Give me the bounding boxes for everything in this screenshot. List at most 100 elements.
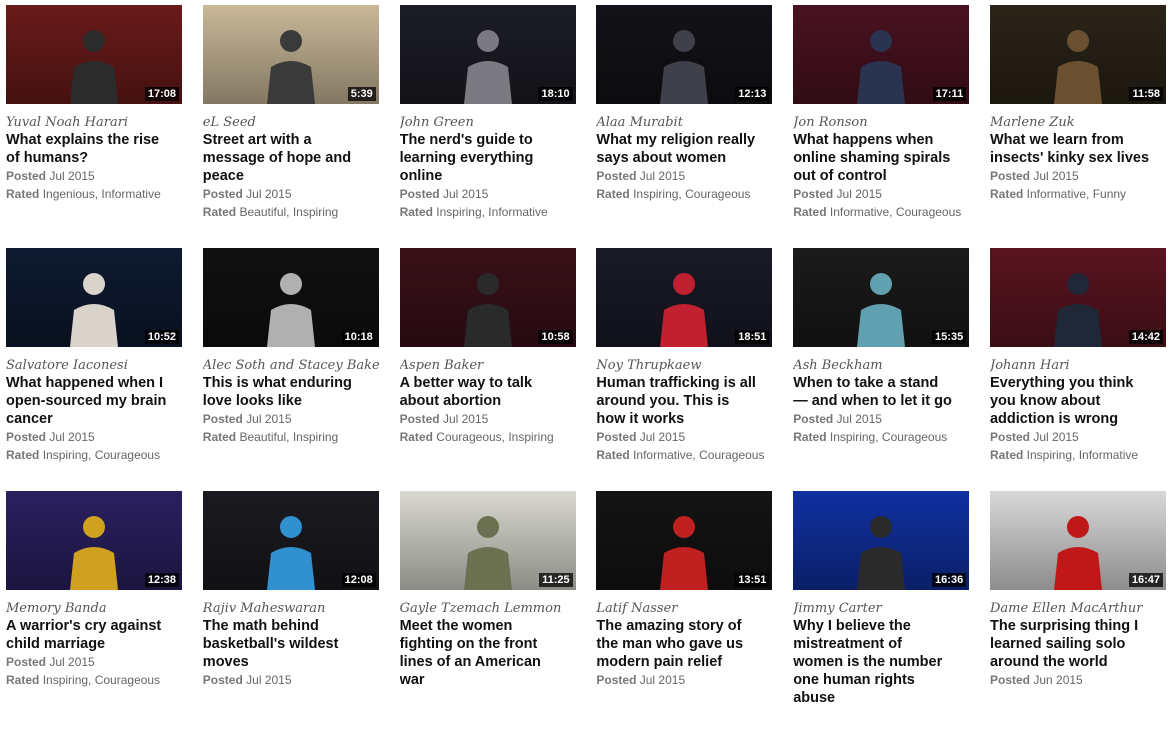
- talk-title-line: you know about: [989, 393, 1101, 409]
- talk-thumbnail[interactable]: 10:52: [6, 248, 182, 347]
- speaker-name[interactable]: Gayle Tzemach Lemmon: [400, 600, 576, 617]
- talk-title-line: child marriage: [6, 636, 106, 652]
- talk-title-line: insects' kinky sex lives: [989, 150, 1150, 166]
- posted-info: Posted Jul 2015: [6, 428, 182, 446]
- rated-label: Rated: [596, 448, 630, 462]
- talk-card[interactable]: 18:10 John Green The nerd's guide to learni…: [399, 5, 576, 248]
- talk-thumbnail[interactable]: 17:08: [6, 5, 182, 104]
- speaker-name[interactable]: Alaa Murabit: [596, 114, 772, 131]
- duration-badge: 18:51: [735, 330, 770, 344]
- rated-label: Rated: [399, 430, 433, 444]
- talk-thumbnail[interactable]: 12:38: [6, 491, 182, 590]
- posted-info: Posted Jul 2015: [203, 671, 379, 689]
- talk-title-link[interactable]: Human trafficking is all around you. This…: [596, 374, 772, 428]
- speaker-name[interactable]: Memory Banda: [6, 600, 182, 617]
- speaker-name[interactable]: Ash Beckham: [793, 357, 969, 374]
- rating-values: Ingenious, Informative: [42, 187, 161, 201]
- speaker-name[interactable]: Dame Ellen MacArthur: [990, 600, 1166, 617]
- posted-label: Posted: [202, 187, 243, 201]
- talk-title-link[interactable]: A warrior's cry against child marriage: [6, 617, 182, 653]
- talk-thumbnail[interactable]: 12:08: [202, 491, 379, 590]
- talk-title-link[interactable]: The amazing story of the man who gave us m…: [596, 617, 772, 671]
- talk-title-link[interactable]: Why I believe the mistreatment of women is…: [793, 617, 969, 707]
- talk-title-line: Everything you think: [989, 375, 1134, 391]
- talk-title-link[interactable]: This is what enduring love looks like: [203, 374, 379, 410]
- talk-card[interactable]: 15:35 Ash Beckham When to take a stand — an…: [793, 248, 970, 491]
- talk-card[interactable]: 11:58 Marlene Zuk What we learn from insect…: [989, 5, 1166, 248]
- talk-title-line: lines of an American: [399, 654, 541, 670]
- talk-title-link[interactable]: Meet the women fighting on the front lines…: [400, 617, 576, 689]
- talk-thumbnail[interactable]: 10:58: [399, 248, 576, 347]
- talk-thumbnail[interactable]: 13:51: [596, 491, 773, 590]
- talk-card[interactable]: 18:51 Noy Thrupkaew Human trafficking is a…: [596, 248, 773, 491]
- rated-label: Rated: [989, 187, 1024, 201]
- talk-title-link[interactable]: The nerd's guide to learning everything on…: [400, 131, 576, 185]
- speaker-name[interactable]: Salvatore Iaconesi: [6, 357, 182, 374]
- talk-card[interactable]: 10:52 Salvatore Iaconesi What happened whe…: [6, 248, 182, 491]
- speaker-name[interactable]: Alec Soth and Stacey Baker: [203, 357, 379, 374]
- posted-date: Jul 2015: [49, 169, 95, 183]
- talk-title-link[interactable]: What my religion really says about women: [596, 131, 772, 167]
- speaker-name[interactable]: Yuval Noah Harari: [6, 114, 182, 131]
- speaker-name[interactable]: Marlene Zuk: [990, 114, 1166, 131]
- talk-card[interactable]: 5:39 eL Seed Street art with a message of h…: [202, 5, 379, 248]
- talk-thumbnail[interactable]: 5:39: [202, 5, 379, 104]
- talk-title-line: online shaming spirals: [793, 150, 951, 166]
- speaker-name[interactable]: Jon Ronson: [793, 114, 969, 131]
- talk-thumbnail[interactable]: 16:47: [989, 491, 1166, 590]
- talk-title-line: fighting on the front: [399, 636, 538, 652]
- rating-values: Inspiring, Courageous: [829, 430, 948, 444]
- posted-date: Jul 2015: [639, 430, 686, 444]
- talk-thumbnail[interactable]: 18:51: [596, 248, 773, 347]
- talk-card[interactable]: 17:08 Yuval Noah Harari What explains the …: [6, 5, 182, 248]
- talk-card[interactable]: 10:58 Aspen Baker A better way to talk abou…: [399, 248, 576, 491]
- speaker-name[interactable]: Noy Thrupkaew: [596, 357, 772, 374]
- talk-title-link[interactable]: What explains the rise of humans?: [6, 131, 182, 167]
- talk-card[interactable]: 12:13 Alaa Murabit What my religion really…: [596, 5, 773, 248]
- posted-label: Posted: [6, 655, 47, 669]
- posted-date: Jul 2015: [836, 412, 882, 426]
- talk-thumbnail[interactable]: 16:36: [793, 491, 970, 590]
- speaker-name[interactable]: Latif Nasser: [596, 600, 772, 617]
- rated-info: Rated Informative, Courageous: [596, 446, 772, 464]
- posted-label: Posted: [793, 187, 834, 201]
- talk-thumbnail[interactable]: 10:18: [202, 248, 379, 347]
- talk-title-link[interactable]: Street art with a message of hope and peac…: [203, 131, 379, 185]
- rated-label: Rated: [6, 187, 40, 201]
- speaker-name[interactable]: Rajiv Maheswaran: [203, 600, 379, 617]
- talk-thumbnail[interactable]: 18:10: [399, 5, 576, 104]
- talk-title-line: basketball's wildest: [202, 636, 339, 652]
- rated-label: Rated: [793, 205, 827, 219]
- rating-values: Inspiring, Informative: [436, 205, 548, 219]
- duration-badge: 11:25: [539, 573, 573, 587]
- duration-badge: 5:39: [347, 87, 376, 101]
- posted-label: Posted: [989, 430, 1030, 444]
- talk-title-link[interactable]: The surprising thing I learned sailing so…: [990, 617, 1166, 671]
- talk-thumbnail[interactable]: 15:35: [793, 248, 970, 347]
- talk-thumbnail[interactable]: 14:42: [989, 248, 1166, 347]
- talk-thumbnail[interactable]: 11:58: [989, 5, 1166, 104]
- talk-title-link[interactable]: What happens when online shaming spirals o…: [793, 131, 969, 185]
- speaker-name[interactable]: John Green: [400, 114, 576, 131]
- talk-thumbnail[interactable]: 12:13: [596, 5, 773, 104]
- talk-card[interactable]: 17:11 Jon Ronson What happens when online s…: [793, 5, 970, 248]
- speaker-name[interactable]: eL Seed: [203, 114, 379, 131]
- talk-title-link[interactable]: When to take a stand — and when to let it…: [793, 374, 969, 410]
- speaker-name[interactable]: Aspen Baker: [400, 357, 576, 374]
- talk-title-link[interactable]: What happened when I open-sourced my brai…: [6, 374, 182, 428]
- talk-thumbnail[interactable]: 11:25: [399, 491, 576, 590]
- talk-title-link[interactable]: What we learn from insects' kinky sex liv…: [990, 131, 1166, 167]
- speaker-name[interactable]: Johann Hari: [990, 357, 1166, 374]
- talk-title-line: the man who gave us: [596, 636, 744, 652]
- talk-title-line: open-sourced my brain: [6, 393, 167, 409]
- talk-card[interactable]: 14:42 Johann Hari Everything you think you …: [989, 248, 1166, 491]
- speaker-name[interactable]: Jimmy Carter: [793, 600, 969, 617]
- talk-title-line: The math behind: [202, 618, 319, 634]
- talk-thumbnail[interactable]: 17:11: [793, 5, 970, 104]
- talk-title-link[interactable]: A better way to talk about abortion: [400, 374, 576, 410]
- talk-title-link[interactable]: Everything you think you know about addict…: [990, 374, 1166, 428]
- duration-badge: 12:13: [735, 87, 770, 101]
- talk-card[interactable]: 10:18 Alec Soth and Stacey Baker This is w…: [202, 248, 379, 491]
- duration-badge: 11:58: [1129, 87, 1163, 101]
- talk-title-link[interactable]: The math behind basketball's wildest moves: [203, 617, 379, 671]
